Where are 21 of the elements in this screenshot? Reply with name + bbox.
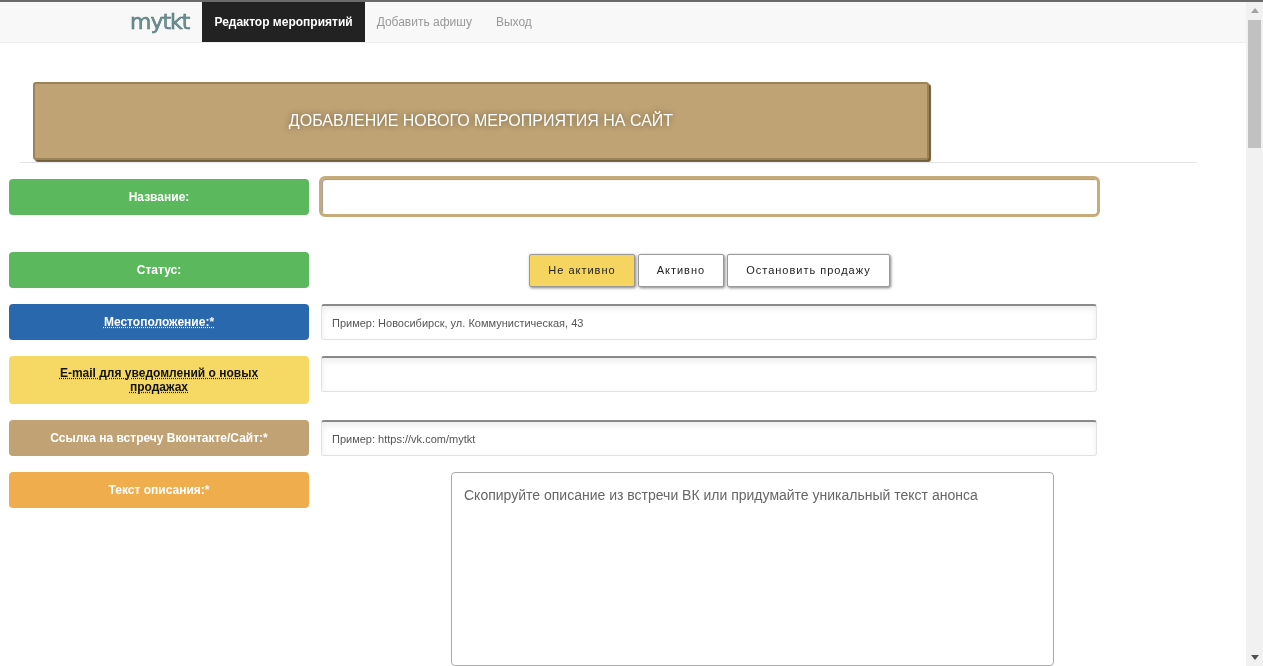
text-input[interactable] [319, 176, 1100, 217]
page-title: ДОБАВЛЕНИЕ НОВОГО МЕРОПРИЯТИЯ НА САЙТ [288, 112, 674, 130]
text-input[interactable]: Пример: https://vk.com/mytkt [321, 420, 1097, 456]
scrollbar[interactable] [1246, 2, 1263, 666]
scroll-up-icon[interactable] [1250, 8, 1259, 13]
status-toggle-button[interactable]: Остановить продажу [727, 253, 890, 287]
field-label: Местоположение:* [9, 304, 309, 340]
scrollbar-thumb[interactable] [1248, 20, 1261, 148]
text-input[interactable]: Пример: Новосибирск, ул. Коммунистическая, 43 [321, 304, 1097, 340]
nav-link[interactable]: Редактор мероприятий [202, 2, 365, 42]
field-label: Ссылка на встречу Вконтакте/Сайт:* [9, 420, 309, 456]
text-input[interactable] [321, 356, 1097, 392]
field-label: Текст описания:* [9, 472, 309, 508]
scroll-down-icon[interactable] [1250, 655, 1259, 660]
status-toggle-button[interactable]: Активно [637, 253, 725, 287]
description-textarea[interactable]: Скопируйте описание из встречи ВК или придумайте уникальный текст анонса [451, 472, 1054, 666]
field-label: Название: [9, 179, 309, 215]
logo[interactable]: mytkt [130, 10, 190, 34]
field-label: E-mail для уведомлений о новых продажах [9, 356, 309, 404]
status-toggle-button[interactable]: Не активно [529, 253, 635, 287]
field-label: Статус: [9, 252, 309, 288]
